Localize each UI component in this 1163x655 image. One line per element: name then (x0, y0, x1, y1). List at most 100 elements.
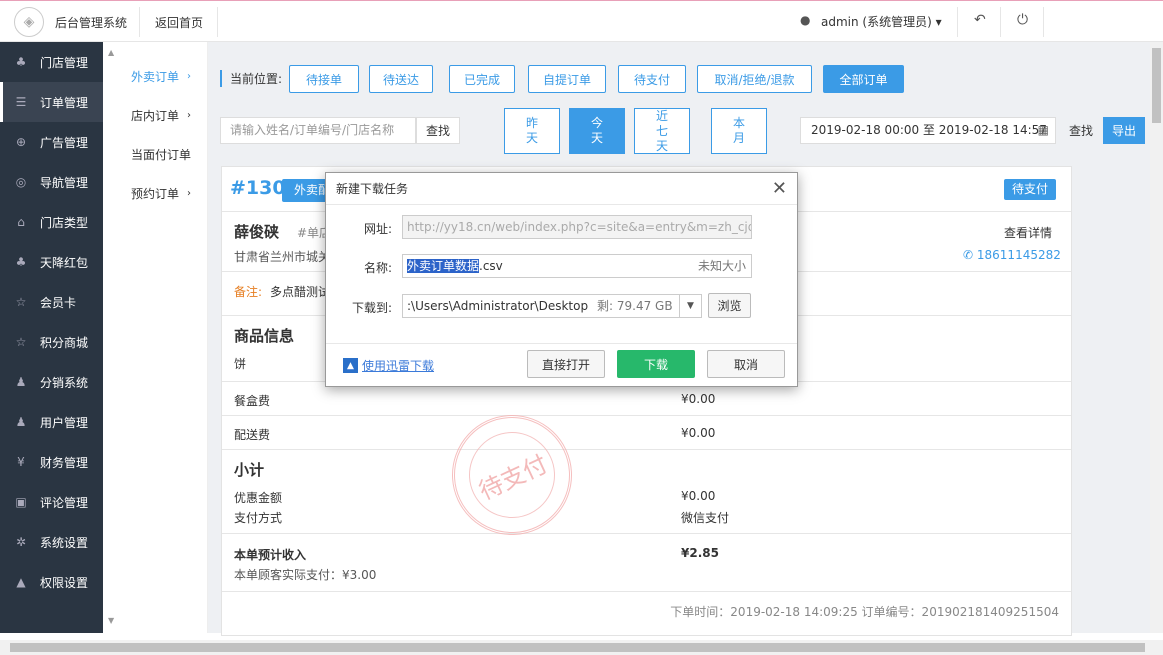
phone-number[interactable]: ✆ 18611145282 (963, 248, 1061, 262)
sidebar-item-1[interactable]: ☰ 订单管理 (0, 82, 103, 122)
divider (1000, 7, 1001, 37)
destination-label: 下载到: (351, 301, 392, 315)
subnav-item-2[interactable]: 当面付订单 (103, 135, 207, 174)
sidebar-item-11[interactable]: ▣ 评论管理 (0, 482, 103, 522)
back-home-link[interactable]: 返回首页 (155, 14, 203, 31)
search-input[interactable]: 请输入姓名/订单编号/门店名称 (220, 117, 416, 144)
close-icon[interactable]: ✕ (772, 178, 787, 199)
discount-value: ¥0.00 (681, 489, 716, 503)
power-icon[interactable]: ⏻ (1017, 12, 1028, 28)
sidebar-item-label: 系统设置 (40, 535, 89, 550)
name-label: 名称: (363, 261, 392, 275)
sidebar-item-13[interactable]: ▲ 权限设置 (0, 562, 103, 602)
cubes-icon: ♣ (15, 255, 27, 269)
divider (222, 415, 1071, 416)
scroll-up-icon[interactable]: ▲ (108, 48, 114, 57)
income-value: ¥2.85 (681, 546, 719, 560)
scroll-thumb[interactable] (10, 643, 1145, 652)
scroll-down-icon[interactable]: ▼ (108, 616, 114, 625)
day-filter-1[interactable]: 今天 (569, 108, 625, 154)
gear-icon: ✲ (15, 535, 27, 549)
star-icon: ☆ (15, 335, 27, 349)
sidebar-item-label: 权限设置 (40, 575, 89, 590)
sidebar-item-4[interactable]: ⌂ 门店类型 (0, 202, 103, 242)
money-icon: ▣ (15, 495, 27, 509)
delivery-fee-label: 配送费 (234, 428, 271, 442)
filter-tab-2[interactable]: 已完成 (449, 65, 515, 93)
chevron-down-icon[interactable]: ▼ (679, 295, 701, 317)
open-direct-button[interactable]: 直接打开 (527, 350, 605, 378)
day-filter-2[interactable]: 近七天 (634, 108, 690, 154)
sidebar-item-2[interactable]: ⊕ 广告管理 (0, 122, 103, 162)
box-fee-value: ¥0.00 (681, 392, 716, 406)
view-detail-link[interactable]: 查看详情 (1004, 224, 1052, 241)
subnav-item-3[interactable]: 预约订单 › (103, 174, 207, 213)
divider (1043, 7, 1044, 37)
pay-method-label: 支付方式 (234, 511, 283, 525)
sidebar-item-8[interactable]: ♟ 分销系统 (0, 362, 103, 402)
list-icon: ☰ (15, 95, 27, 109)
find-button[interactable]: 查找 (416, 117, 460, 144)
scroll-thumb[interactable] (1152, 48, 1161, 123)
delivery-fee-value: ¥0.00 (681, 426, 716, 440)
sidebar-item-12[interactable]: ✲ 系统设置 (0, 522, 103, 562)
undo-icon[interactable]: ↶ (974, 12, 986, 28)
filename-extension: .csv (479, 259, 503, 273)
users-icon: ♟ (15, 375, 27, 389)
filter-tab-3[interactable]: 自提订单 (528, 65, 606, 93)
sidebar-item-10[interactable]: ¥ 财务管理 (0, 442, 103, 482)
url-field[interactable]: http://yy18.cn/web/index.php?c=site&a=en… (402, 215, 752, 239)
destination-path: :\Users\Administrator\Desktop (407, 299, 589, 313)
filename-selected: 外卖订单数据 (407, 259, 480, 273)
day-filter-0[interactable]: 昨天 (504, 108, 560, 154)
xunlei-download-link[interactable]: ▲ 使用迅雷下载 (343, 357, 434, 374)
phone-icon: ✆ (963, 248, 974, 262)
browse-button[interactable]: 浏览 (708, 293, 751, 318)
filter-tab-1[interactable]: 待送达 (369, 65, 433, 93)
sidebar-item-label: 天降红包 (40, 255, 89, 270)
day-filter-3[interactable]: 本月 (711, 108, 767, 154)
customer-name: 薛俊硖 (234, 223, 280, 241)
order-number: #130 (230, 177, 286, 199)
sidebar-item-label: 广告管理 (40, 135, 89, 150)
sidebar-item-3[interactable]: ◎ 导航管理 (0, 162, 103, 202)
sidebar-item-9[interactable]: ♟ 用户管理 (0, 402, 103, 442)
filter-tab-6[interactable]: 全部订单 (823, 65, 904, 93)
export-button[interactable]: 导出 (1103, 117, 1145, 144)
subnav-item-label: 当面付订单 (131, 148, 192, 162)
file-size: 未知大小 (697, 259, 746, 273)
filter-tab-4[interactable]: 待支付 (618, 65, 686, 93)
top-bar: ◈ 后台管理系统 返回首页 ● admin (系统管理员) ▾ ↶ ⏻ (0, 0, 1163, 42)
chevron-right-icon: › (187, 71, 192, 82)
filter-tab-5[interactable]: 取消/拒绝/退款 (697, 65, 812, 93)
find-date-button[interactable]: 查找 (1060, 117, 1102, 144)
dialog-title: 新建下载任务 (336, 181, 409, 196)
sidebar-item-0[interactable]: ♣ 门店管理 (0, 42, 103, 82)
subnav-item-label: 预约订单 (131, 187, 180, 201)
star-icon: ☆ (15, 295, 27, 309)
pay-method-value: 微信支付 (681, 511, 730, 525)
horizontal-scrollbar[interactable] (0, 640, 1163, 655)
sidebar-item-5[interactable]: ♣ 天降红包 (0, 242, 103, 282)
filter-tab-0[interactable]: 待接单 (289, 65, 359, 93)
url-label: 网址: (363, 222, 392, 236)
divider (222, 591, 1071, 592)
subnav-item-0[interactable]: 外卖订单 › (103, 57, 207, 96)
sidebar-item-label: 会员卡 (40, 295, 77, 310)
sidebar-item-7[interactable]: ☆ 积分商城 (0, 322, 103, 362)
box-fee-label: 餐盒费 (234, 394, 271, 408)
divider (139, 7, 140, 37)
user-menu[interactable]: admin (系统管理员) ▾ (821, 13, 942, 30)
download-dialog: 新建下载任务 ✕ 网址: http://yy18.cn/web/index.ph… (325, 172, 798, 387)
user-icon: ● (800, 13, 811, 27)
vertical-scrollbar[interactable] (1150, 42, 1163, 633)
filename-field[interactable]: 外卖订单数据.csv 未知大小 (402, 254, 752, 278)
breadcrumb: 当前位置: (220, 70, 282, 87)
cancel-button[interactable]: 取消 (707, 350, 785, 378)
remark-label: 备注: (234, 285, 263, 299)
destination-field[interactable]: :\Users\Administrator\Desktop 剩: 79.47 G… (402, 294, 702, 318)
sidebar-item-6[interactable]: ☆ 会员卡 (0, 282, 103, 322)
subnav-item-1[interactable]: 店内订单 › (103, 96, 207, 135)
download-button[interactable]: 下载 (617, 350, 695, 378)
date-range-input[interactable]: 2019-02-18 00:00 至 2019-02-18 14:57 ▦ (800, 117, 1056, 144)
